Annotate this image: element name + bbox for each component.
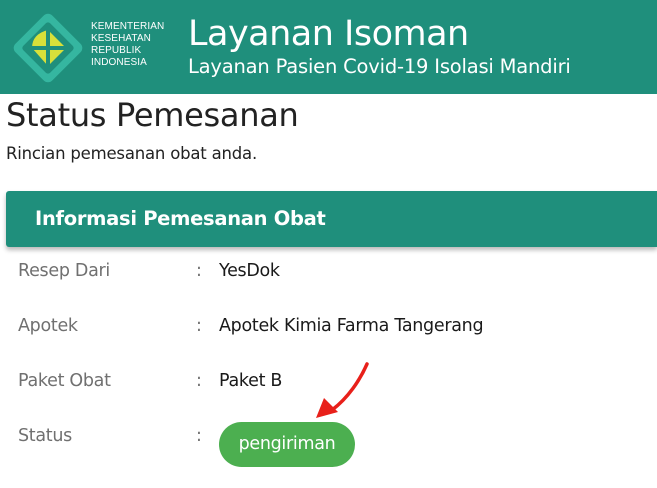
row-label: Apotek [18,316,78,336]
row-separator: : [196,426,202,446]
app-title: Layanan Isoman [188,14,469,54]
row-value: YesDok [219,261,280,281]
ministry-line: KESEHATAN [91,33,151,44]
detail-row-apotek: Apotek : Apotek Kimia Farma Tangerang [0,314,657,344]
detail-row-resep: Resep Dari : YesDok [0,259,657,289]
page-subtitle: Rincian pemesanan obat anda. [6,144,257,163]
app-header: KEMENTERIAN KESEHATAN REPUBLIK INDONESIA… [0,0,657,94]
row-value: Paket B [219,371,283,391]
app-subtitle: Layanan Pasien Covid-19 Isolasi Mandiri [188,55,571,78]
row-separator: : [196,316,202,336]
ministry-line: KEMENTERIAN [91,21,165,32]
kemenkes-logo-icon [13,13,83,83]
row-label: Resep Dari [18,261,110,281]
row-label: Status [18,426,72,446]
ministry-line: INDONESIA [91,57,147,68]
status-badge: pengiriman [219,422,355,467]
card-header: Informasi Pemesanan Obat [6,191,657,247]
page-title: Status Pemesanan [6,96,299,134]
row-separator: : [196,261,202,281]
row-separator: : [196,371,202,391]
row-label: Paket Obat [18,371,111,391]
ministry-name: KEMENTERIAN KESEHATAN REPUBLIK INDONESIA [91,21,164,69]
ministry-line: REPUBLIK [91,45,142,56]
row-value: Apotek Kimia Farma Tangerang [219,316,484,336]
red-arrow-icon [316,362,369,418]
card-title: Informasi Pemesanan Obat [35,207,326,230]
